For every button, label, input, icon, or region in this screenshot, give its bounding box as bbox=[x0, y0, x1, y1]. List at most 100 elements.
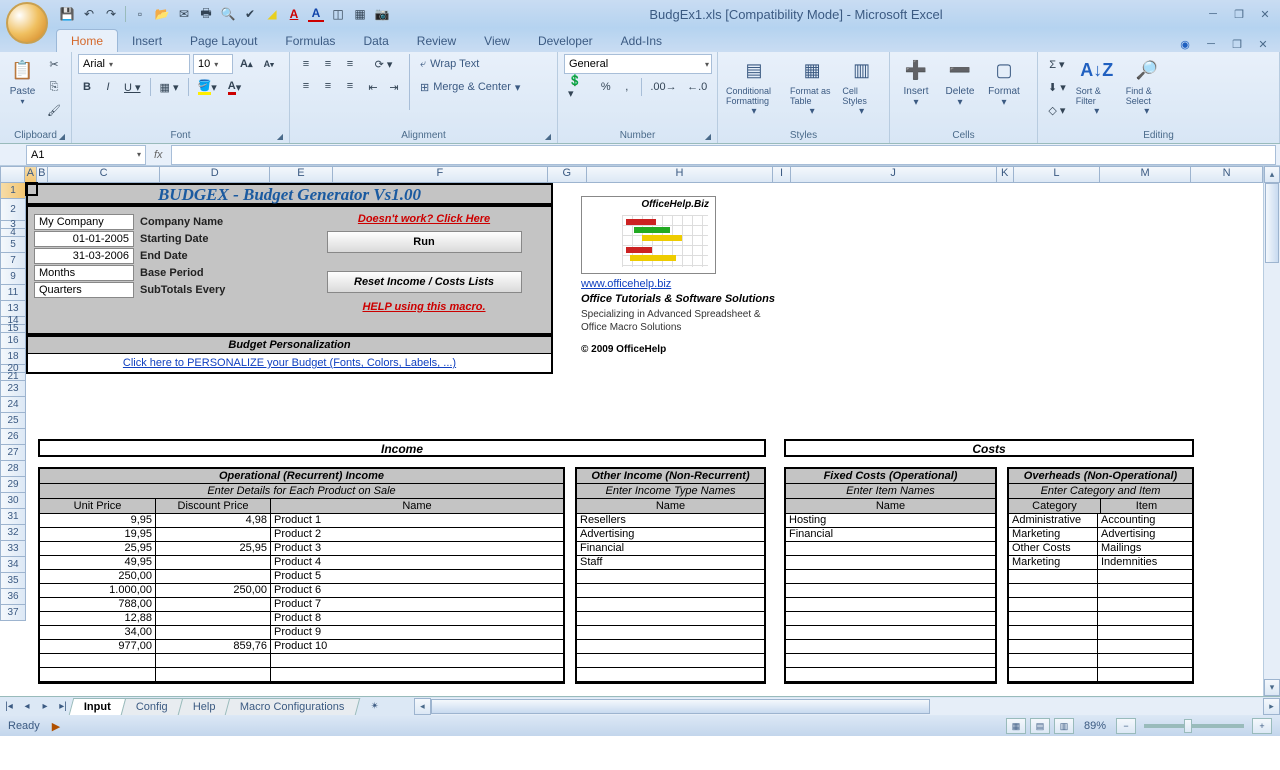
table-row[interactable]: Advertising bbox=[577, 528, 764, 542]
personalize-link[interactable]: Click here to PERSONALIZE your Budget (F… bbox=[123, 357, 456, 369]
dialog-launcher-icon[interactable]: ◢ bbox=[545, 132, 551, 141]
row-header-15[interactable]: 15 bbox=[0, 325, 26, 333]
col-header-J[interactable]: J bbox=[791, 166, 997, 183]
table-row[interactable] bbox=[577, 584, 764, 598]
table-row[interactable] bbox=[1009, 598, 1192, 612]
col-header-H[interactable]: H bbox=[587, 166, 774, 183]
align-middle-icon[interactable]: ≡ bbox=[318, 54, 338, 74]
table-row[interactable] bbox=[1009, 584, 1192, 598]
wb-close-button[interactable]: ✕ bbox=[1252, 36, 1274, 52]
preview-icon[interactable]: 🔍 bbox=[220, 6, 236, 22]
table-row[interactable] bbox=[40, 668, 563, 682]
dialog-launcher-icon[interactable]: ◢ bbox=[277, 132, 283, 141]
table-row[interactable] bbox=[577, 654, 764, 668]
row-header-30[interactable]: 30 bbox=[0, 493, 26, 509]
percent-button[interactable]: % bbox=[597, 77, 615, 97]
table-icon[interactable]: ▦ bbox=[352, 6, 368, 22]
row-header-32[interactable]: 32 bbox=[0, 525, 26, 541]
horizontal-scrollbar[interactable]: ◂ ▸ bbox=[414, 698, 1280, 715]
name-box[interactable]: A1▾ bbox=[26, 145, 146, 165]
font-color-button[interactable]: A ▾ bbox=[224, 77, 245, 97]
insert-cells-button[interactable]: ➕Insert ▾ bbox=[896, 54, 936, 110]
font-name-combo[interactable]: Arial▾ bbox=[78, 54, 190, 74]
wb-minimize-button[interactable]: ─ bbox=[1200, 36, 1222, 52]
scroll-up-icon[interactable]: ▴ bbox=[1264, 166, 1280, 183]
grow-font-icon[interactable]: A▴ bbox=[236, 54, 257, 74]
open-icon[interactable]: 📂 bbox=[154, 6, 170, 22]
officehelp-link[interactable]: www.officehelp.biz bbox=[581, 278, 811, 290]
doesnt-work-link[interactable]: Doesn't work? Click Here bbox=[314, 213, 534, 225]
font-size-combo[interactable]: 10▾ bbox=[193, 54, 233, 74]
select-all-corner[interactable] bbox=[0, 166, 25, 183]
decrease-decimal-icon[interactable]: ←.0 bbox=[683, 77, 711, 97]
restore-button[interactable]: ❐ bbox=[1228, 6, 1250, 22]
row-header-25[interactable]: 25 bbox=[0, 413, 26, 429]
table-row[interactable]: 1.000,00250,00Product 6 bbox=[40, 584, 563, 598]
col-header-N[interactable]: N bbox=[1191, 166, 1263, 183]
table-row[interactable] bbox=[577, 640, 764, 654]
scroll-down-icon[interactable]: ▾ bbox=[1264, 679, 1280, 696]
table-row[interactable]: 977,00859,76Product 10 bbox=[40, 640, 563, 654]
tab-view[interactable]: View bbox=[470, 30, 524, 52]
table-row[interactable]: 9,954,98Product 1 bbox=[40, 514, 563, 528]
col-header-E[interactable]: E bbox=[270, 166, 332, 183]
row-header-31[interactable]: 31 bbox=[0, 509, 26, 525]
shrink-font-icon[interactable]: A▾ bbox=[260, 54, 278, 74]
bold-button[interactable]: B bbox=[78, 77, 96, 97]
zoom-thumb[interactable] bbox=[1184, 719, 1192, 733]
next-sheet-icon[interactable]: ▸ bbox=[36, 698, 54, 716]
row-header-26[interactable]: 26 bbox=[0, 429, 26, 445]
table-row[interactable] bbox=[1009, 640, 1192, 654]
run-button[interactable]: Run bbox=[327, 231, 522, 253]
col-header-F[interactable]: F bbox=[333, 166, 549, 183]
table-row[interactable]: 12,88Product 8 bbox=[40, 612, 563, 626]
fill-button[interactable]: ⬇ ▾ bbox=[1044, 77, 1070, 97]
table-row[interactable]: MarketingIndemnities bbox=[1009, 556, 1192, 570]
sheet-tab-input[interactable]: Input bbox=[69, 698, 126, 715]
camera-icon[interactable]: 📷 bbox=[374, 6, 390, 22]
zoom-slider[interactable] bbox=[1144, 724, 1244, 728]
wrap-text-button[interactable]: ⤶Wrap Text bbox=[416, 54, 524, 74]
table-row[interactable] bbox=[786, 542, 995, 556]
col-header-D[interactable]: D bbox=[160, 166, 270, 183]
help-button[interactable]: ◉ bbox=[1174, 36, 1196, 52]
align-bottom-icon[interactable]: ≡ bbox=[340, 54, 360, 74]
cell-styles-button[interactable]: ▥Cell Styles ▾ bbox=[840, 54, 883, 119]
row-header-1[interactable]: 1 bbox=[0, 183, 26, 199]
row-header-11[interactable]: 11 bbox=[0, 285, 26, 301]
col-header-C[interactable]: C bbox=[48, 166, 160, 183]
table-row[interactable] bbox=[577, 570, 764, 584]
table-row[interactable]: 19,95Product 2 bbox=[40, 528, 563, 542]
prev-sheet-icon[interactable]: ◂ bbox=[18, 698, 36, 716]
table-row[interactable]: 34,00Product 9 bbox=[40, 626, 563, 640]
table-row[interactable] bbox=[786, 556, 995, 570]
table-row[interactable]: Other CostsMailings bbox=[1009, 542, 1192, 556]
delete-cells-button[interactable]: ➖Delete ▾ bbox=[940, 54, 980, 110]
start-date-input[interactable]: 01-01-2005 bbox=[34, 231, 134, 247]
scroll-thumb[interactable] bbox=[1265, 183, 1279, 263]
reset-button[interactable]: Reset Income / Costs Lists bbox=[327, 271, 522, 293]
align-left-icon[interactable]: ≡ bbox=[296, 76, 316, 96]
table-row[interactable]: Hosting bbox=[786, 514, 995, 528]
col-header-L[interactable]: L bbox=[1014, 166, 1100, 183]
row-header-28[interactable]: 28 bbox=[0, 461, 26, 477]
tab-developer[interactable]: Developer bbox=[524, 30, 607, 52]
find-select-button[interactable]: 🔎Find & Select ▾ bbox=[1124, 54, 1170, 119]
fill-color-button[interactable]: 🪣 ▾ bbox=[194, 77, 221, 97]
currency-button[interactable]: 💲 ▾ bbox=[564, 77, 594, 97]
table-row[interactable] bbox=[786, 626, 995, 640]
table-row[interactable]: 49,95Product 4 bbox=[40, 556, 563, 570]
zoom-in-icon[interactable]: + bbox=[1252, 718, 1272, 734]
merge-center-button[interactable]: ⊞Merge & Center ▾ bbox=[416, 77, 524, 97]
table-row[interactable]: Financial bbox=[577, 542, 764, 556]
table-row[interactable]: Financial bbox=[786, 528, 995, 542]
row-header-29[interactable]: 29 bbox=[0, 477, 26, 493]
sheet-tab-help[interactable]: Help bbox=[177, 698, 230, 715]
dialog-launcher-icon[interactable]: ◢ bbox=[705, 132, 711, 141]
quickprint-icon[interactable]: 🖶 bbox=[198, 6, 214, 22]
table-row[interactable] bbox=[786, 668, 995, 682]
spreadsheet-grid[interactable]: ABCDEFGHIJKLMN 1234579111314151618202123… bbox=[0, 166, 1263, 696]
close-button[interactable]: ✕ bbox=[1254, 6, 1276, 22]
table-row[interactable]: AdministrativeAccounting bbox=[1009, 514, 1192, 528]
col-header-I[interactable]: I bbox=[773, 166, 790, 183]
